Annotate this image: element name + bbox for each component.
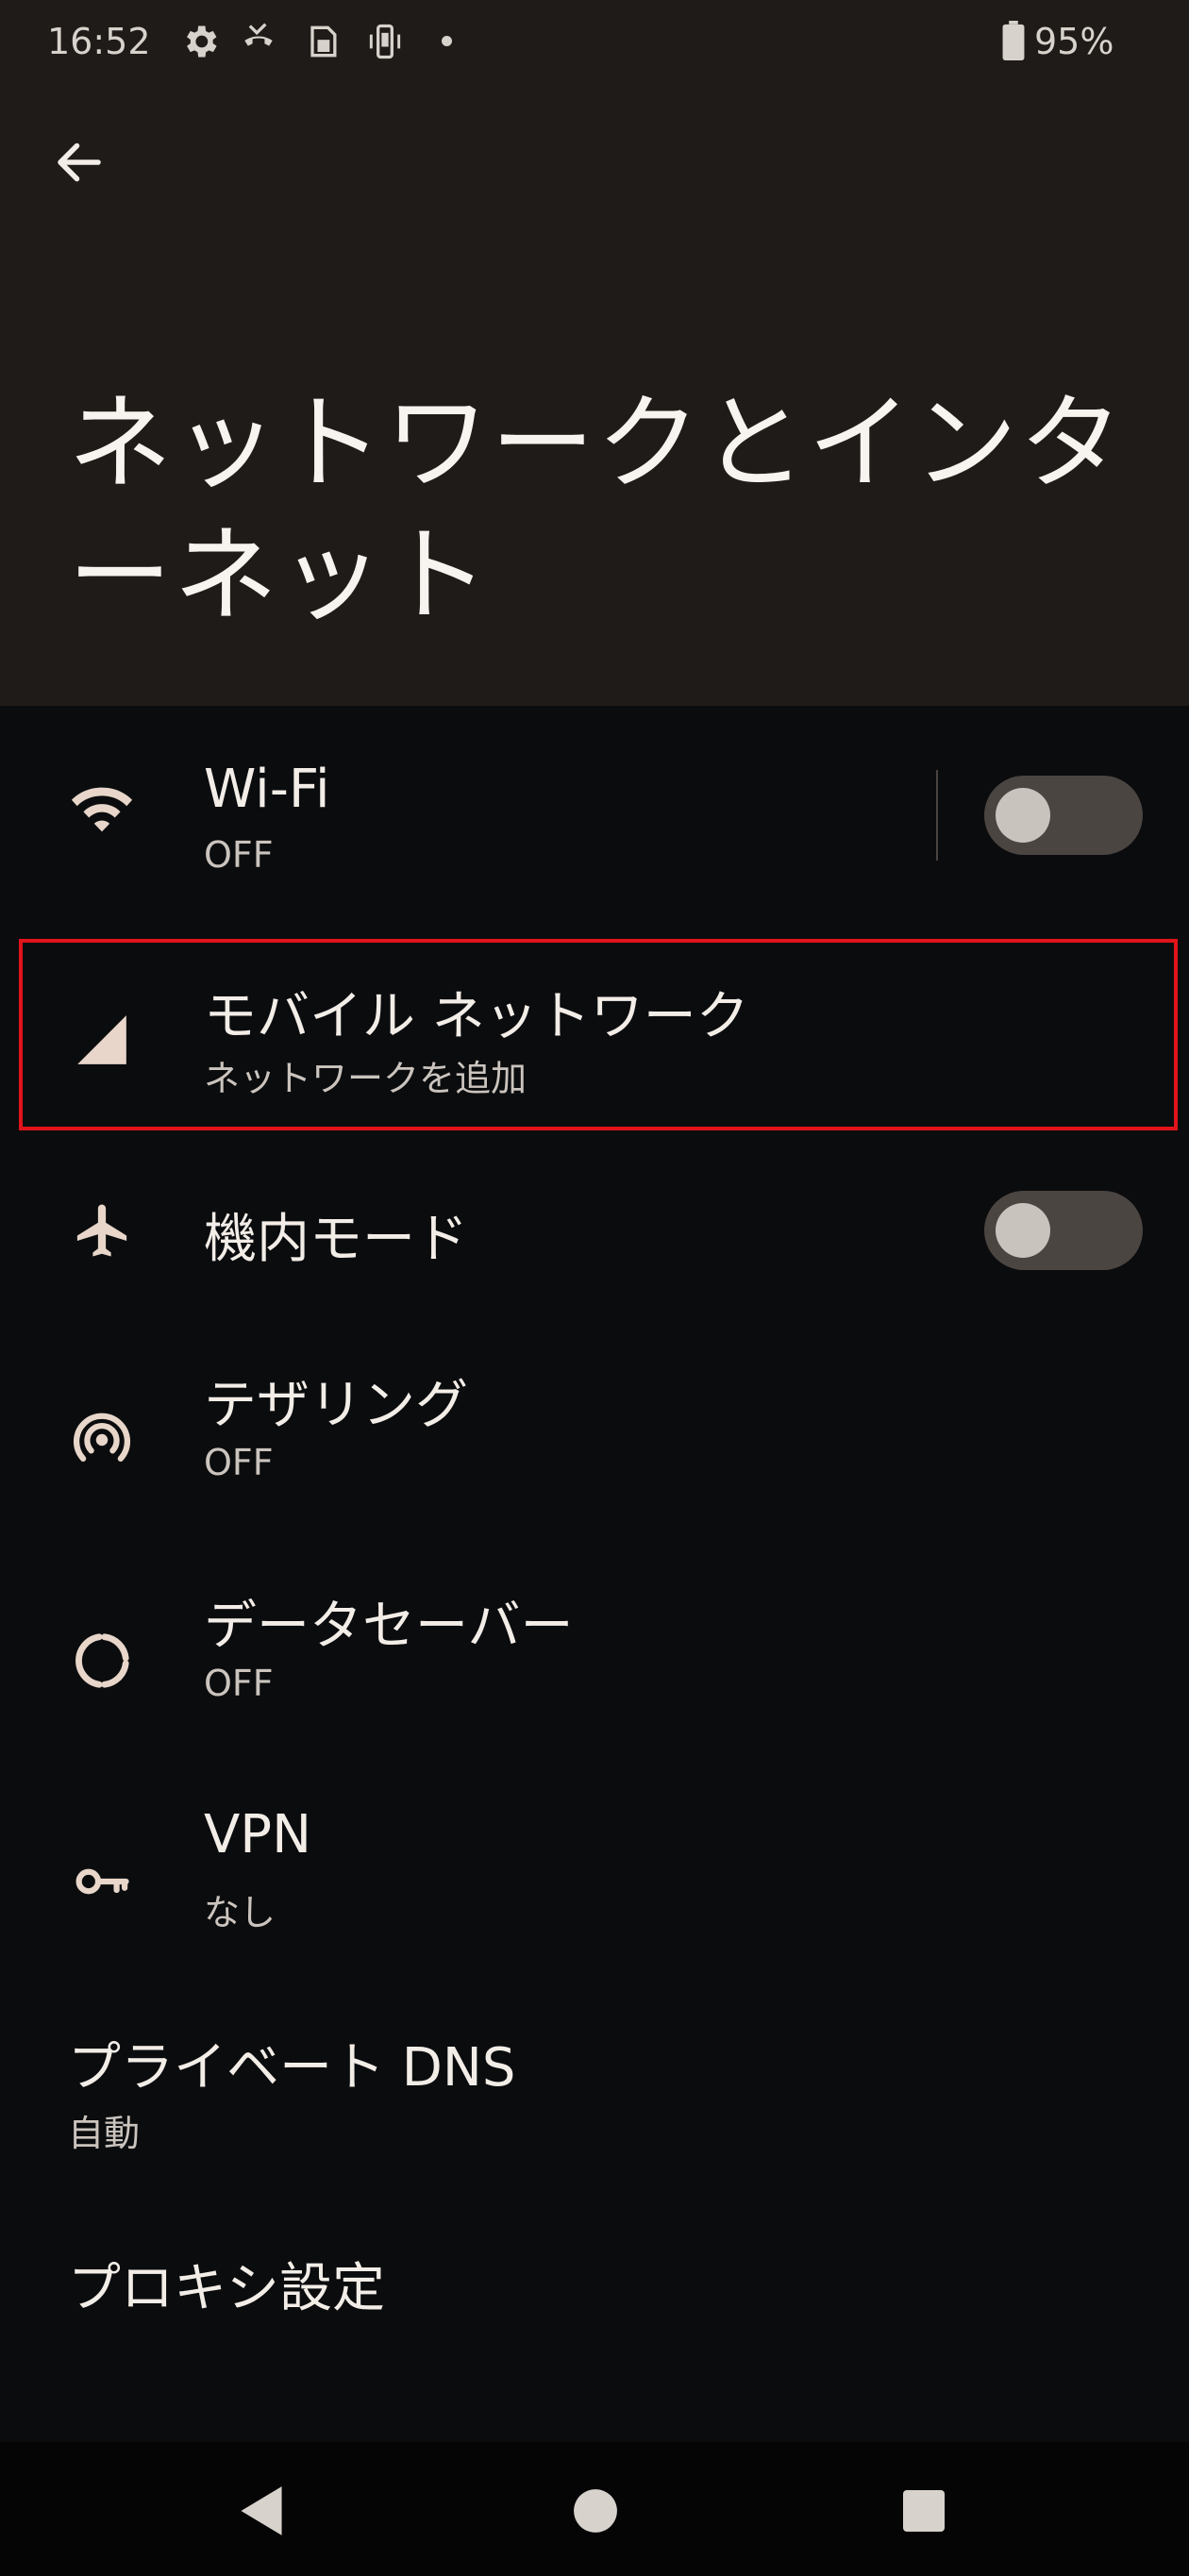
- back-triangle-icon: [241, 2486, 282, 2535]
- nav-recents-button[interactable]: [881, 2468, 966, 2553]
- status-time: 16:52: [47, 21, 151, 62]
- airplane-mode-title: 機内モード: [204, 1209, 468, 1270]
- airplane-icon: [66, 1195, 138, 1266]
- arrow-left-icon: [58, 142, 101, 182]
- wifi-status: OFF: [204, 834, 274, 876]
- nav-back-button[interactable]: [219, 2468, 304, 2553]
- sim-card-icon: [310, 25, 337, 58]
- private-dns-status: 自動: [68, 2113, 141, 2154]
- private-dns-title: プライベート DNS: [68, 2037, 516, 2099]
- home-circle-icon: [574, 2489, 617, 2533]
- app-header: 16:52 95% ネットワークとインターネット: [0, 0, 1189, 706]
- tethering-title: テザリング: [204, 1375, 468, 1436]
- page-title: ネットワークとインターネット: [68, 383, 1125, 636]
- data-saver-status: OFF: [204, 1663, 274, 1704]
- wifi-toggle-knob: [996, 788, 1050, 843]
- proxy-settings-title: プロキシ設定: [68, 2258, 385, 2319]
- airplane-mode-toggle-knob: [996, 1203, 1050, 1258]
- data-saver-icon: [66, 1625, 138, 1697]
- status-bar: 16:52 95%: [0, 0, 1189, 85]
- call-forward-icon: [244, 23, 273, 46]
- notification-dot-icon: [442, 36, 452, 46]
- wifi-toggle[interactable]: [984, 776, 1143, 855]
- data-saver-title: データセーバー: [204, 1596, 574, 1657]
- wifi-icon: [66, 774, 138, 845]
- wifi-title: Wi-Fi: [204, 759, 330, 820]
- vpn-row[interactable]: VPN なし: [0, 1778, 1189, 1985]
- phone-vibrate-icon: [369, 24, 401, 59]
- airplane-mode-toggle[interactable]: [984, 1191, 1143, 1270]
- gear-icon: [187, 25, 217, 58]
- vpn-status: なし: [204, 1892, 276, 1933]
- battery-icon: [1002, 21, 1025, 60]
- tethering-status: OFF: [204, 1442, 274, 1483]
- battery-percentage: 95%: [1034, 21, 1114, 62]
- private-dns-row[interactable]: プライベート DNS 自動: [0, 1999, 1189, 2206]
- data-saver-row[interactable]: データセーバー OFF: [0, 1557, 1189, 1765]
- selection-highlight: [19, 939, 1178, 1130]
- recents-square-icon: [903, 2490, 945, 2532]
- tethering-row[interactable]: テザリング OFF: [0, 1336, 1189, 1544]
- nav-home-button[interactable]: [553, 2468, 638, 2553]
- proxy-settings-row[interactable]: プロキシ設定: [0, 2219, 1189, 2389]
- vpn-title: VPN: [204, 1804, 311, 1865]
- navigation-bar: [0, 2442, 1189, 2576]
- hotspot-icon: [66, 1404, 138, 1476]
- wifi-divider: [936, 770, 938, 861]
- key-icon: [66, 1846, 138, 1917]
- back-button[interactable]: [38, 121, 121, 204]
